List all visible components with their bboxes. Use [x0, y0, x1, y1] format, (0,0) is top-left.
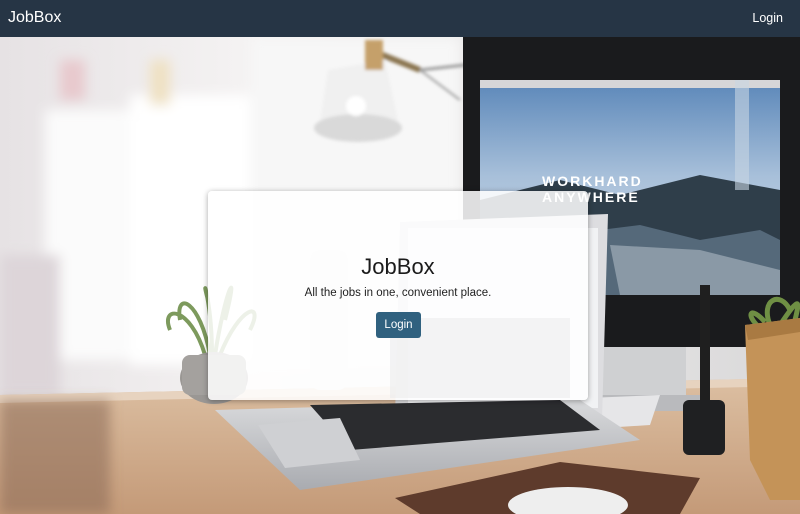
monitor-text-line1: WORKHARD — [542, 173, 643, 189]
page: JobBox Login WORKHARD ANYWHERE JobBox Al… — [0, 0, 800, 514]
brand-link[interactable]: JobBox — [8, 8, 61, 28]
hero-tagline: All the jobs in one, convenient place. — [304, 287, 492, 299]
hero-card: JobBox All the jobs in one, convenient p… — [208, 191, 588, 400]
hero-login-button[interactable]: Login — [376, 312, 421, 338]
hero-title: JobBox — [361, 254, 435, 279]
top-navbar: JobBox Login — [0, 0, 800, 37]
nav-login-link[interactable]: Login — [752, 10, 783, 26]
